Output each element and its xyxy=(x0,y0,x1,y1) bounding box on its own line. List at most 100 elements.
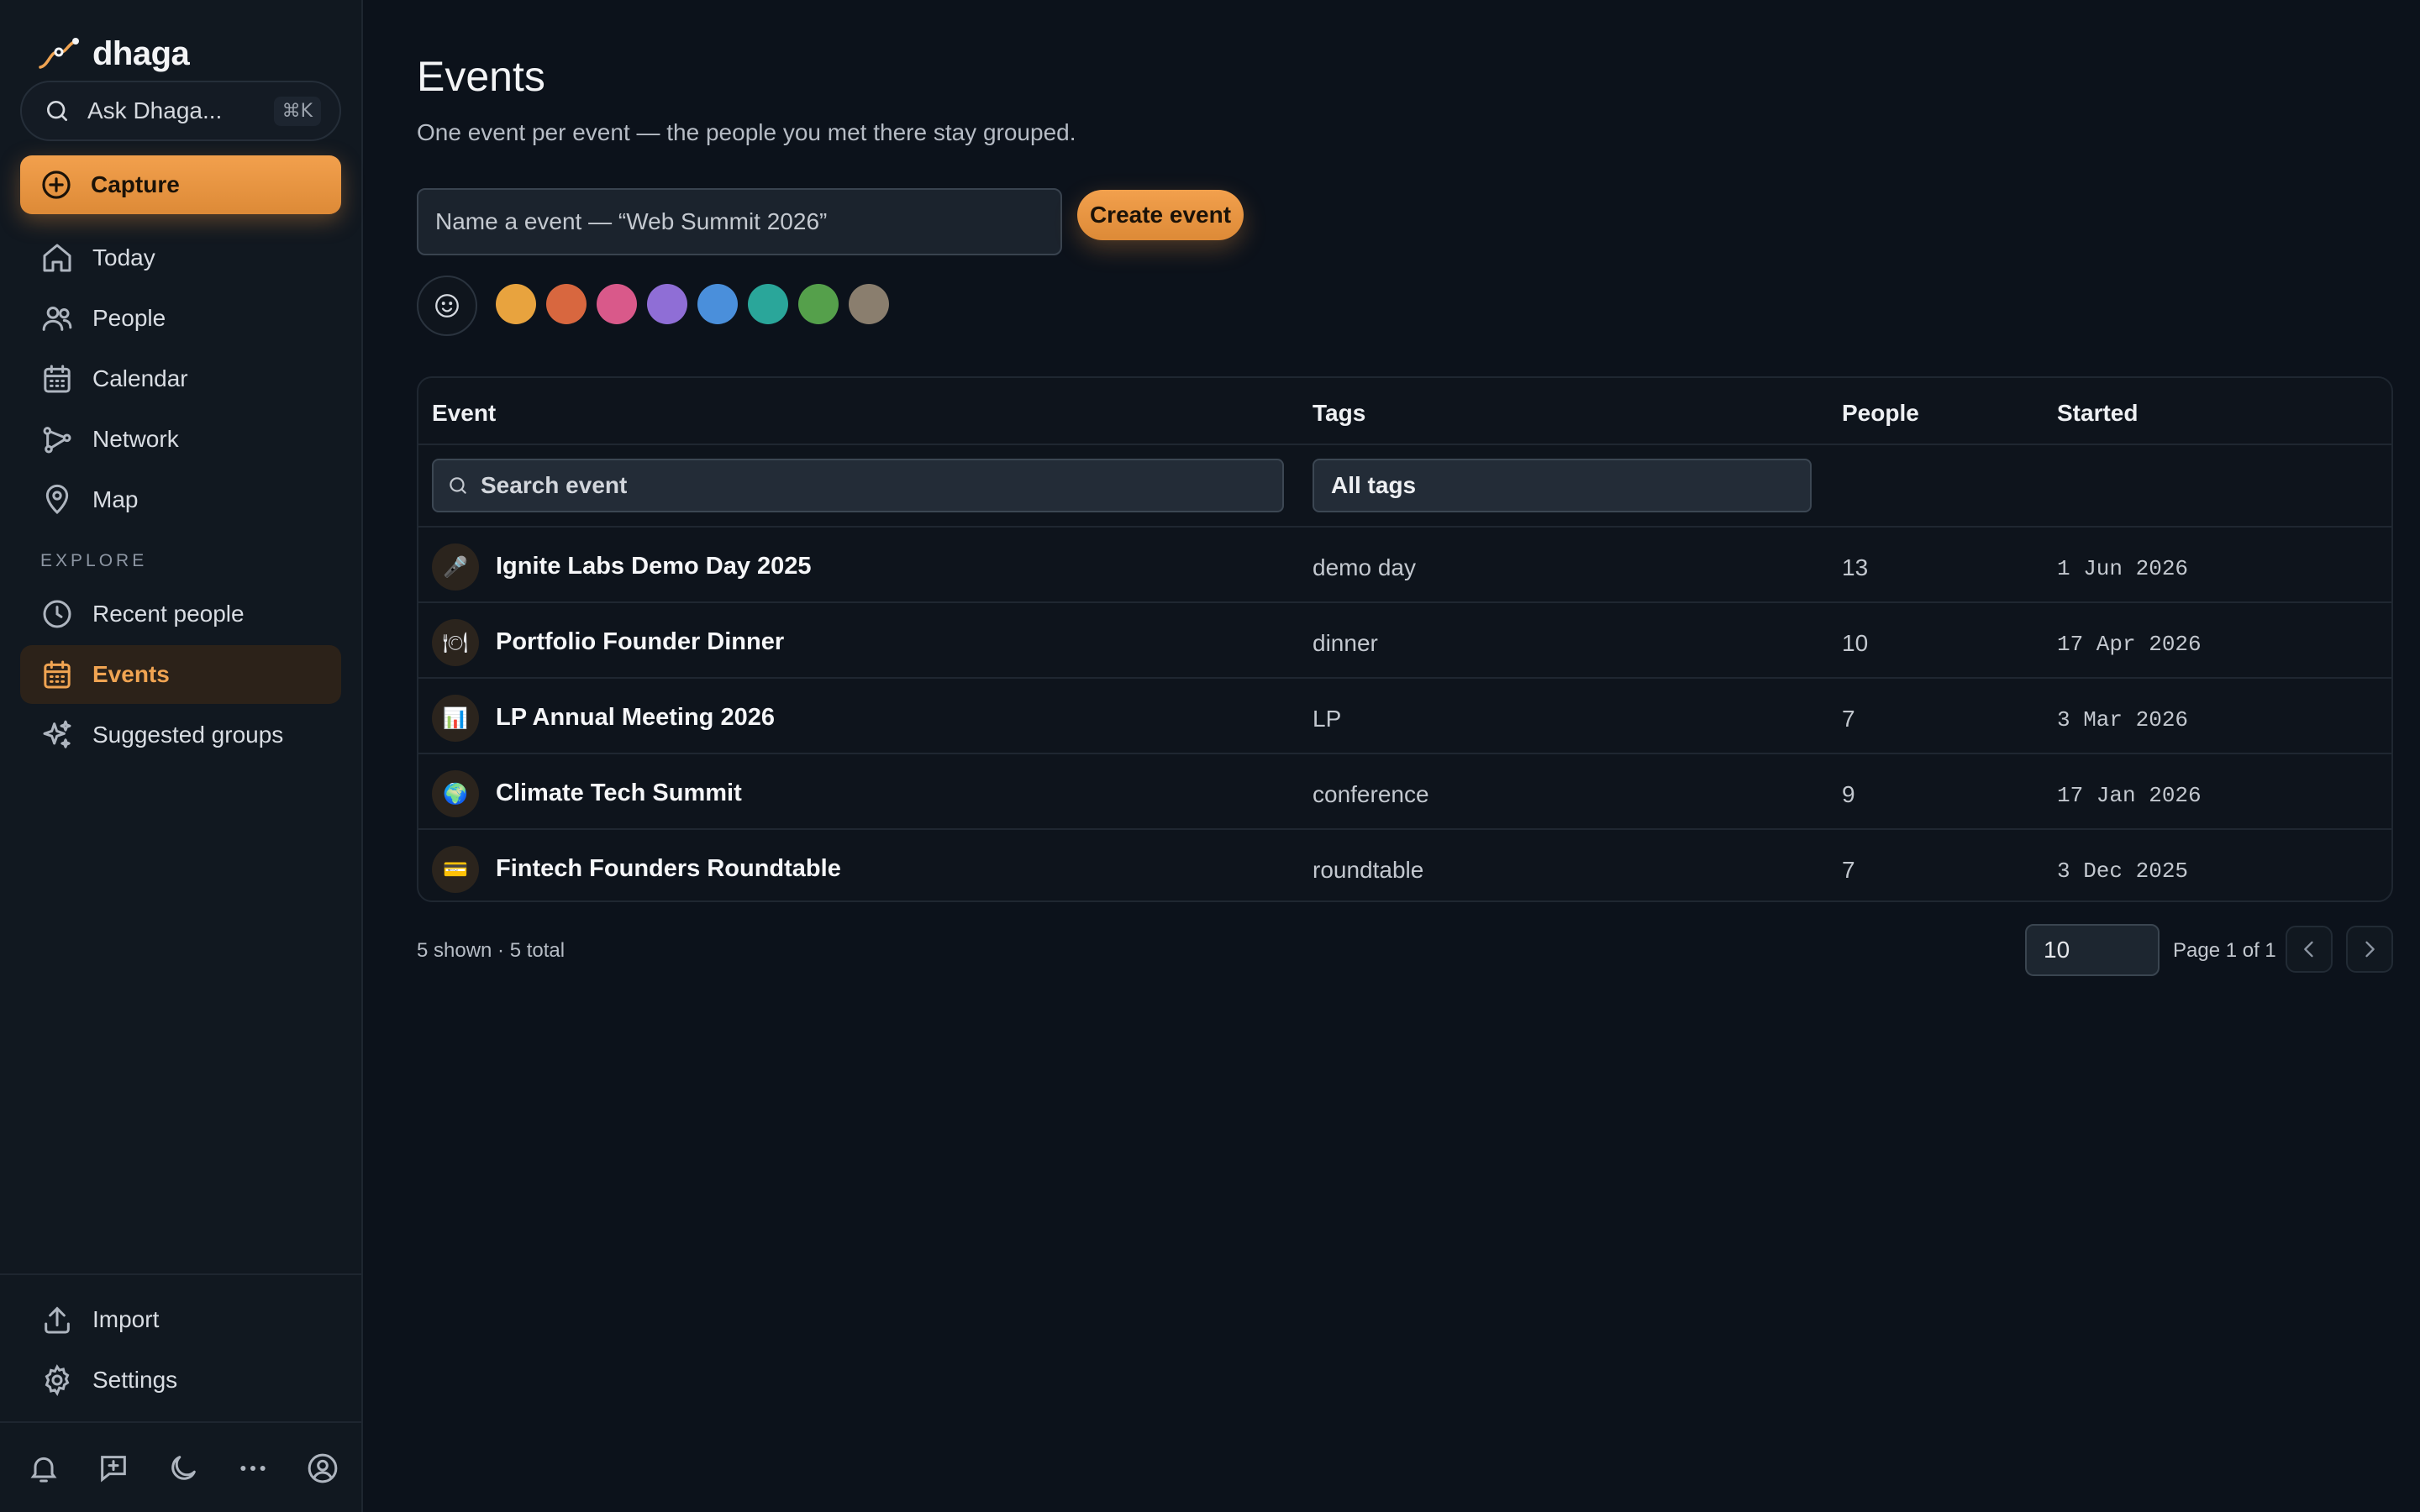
event-tag: LP xyxy=(1313,706,1342,732)
sidebar-item-calendar[interactable]: Calendar xyxy=(20,349,341,408)
sidebar-divider xyxy=(0,1421,363,1423)
sidebar-item-label: Import xyxy=(92,1306,160,1332)
events-table: Event Tags People Started All tags 🎤 Igni… xyxy=(417,376,2393,902)
ask-dhaga-label: Ask Dhaga... xyxy=(87,97,223,123)
event-people-count: 10 xyxy=(1842,630,1869,656)
event-start-date: 1 Jun 2026 xyxy=(2057,556,2189,581)
previous-page-button[interactable] xyxy=(2286,926,2333,973)
event-emoji-icon: 🍽 xyxy=(432,619,479,666)
event-start-date: 17 Jan 2026 xyxy=(2057,783,2202,808)
tags-filter-select[interactable]: All tags xyxy=(1313,459,1812,512)
event-tag: roundtable xyxy=(1313,857,1424,883)
account-button[interactable] xyxy=(302,1445,343,1492)
sidebar-divider xyxy=(0,1273,363,1275)
event-search-input[interactable] xyxy=(481,472,1237,499)
chevron-left-icon xyxy=(2304,941,2313,958)
calendar-icon xyxy=(44,365,71,393)
color-swatch[interactable] xyxy=(496,284,536,324)
column-header-started[interactable]: Started xyxy=(2057,400,2138,427)
table-row[interactable]: 🍽 Portfolio Founder Dinner dinner 10 17 Apr … xyxy=(418,603,2391,677)
notifications-button[interactable] xyxy=(24,1445,64,1492)
more-icon xyxy=(240,1466,266,1471)
smiley-icon xyxy=(435,294,459,318)
emoji-picker-button[interactable] xyxy=(417,276,477,336)
sidebar-item-settings[interactable]: Settings xyxy=(20,1351,341,1410)
event-emoji-icon: 🌍 xyxy=(432,770,479,817)
column-header-people[interactable]: People xyxy=(1842,400,1919,427)
next-page-button[interactable] xyxy=(2346,926,2393,973)
ask-dhaga-search[interactable]: Ask Dhaga... ⌘K xyxy=(20,81,341,141)
map-pin-icon xyxy=(45,484,69,515)
sidebar-footer-toolbar xyxy=(24,1445,343,1492)
event-name[interactable]: Climate Tech Summit xyxy=(496,780,742,807)
keyboard-shortcut-badge: ⌘K xyxy=(273,96,321,126)
dhaga-logo-icon xyxy=(39,38,79,69)
event-name[interactable]: Fintech Founders Roundtable xyxy=(496,855,841,883)
sidebar-item-label: Events xyxy=(92,661,170,687)
table-divider xyxy=(418,444,2391,445)
capture-button[interactable]: Capture xyxy=(20,155,341,214)
network-icon xyxy=(43,427,71,454)
event-name[interactable]: LP Annual Meeting 2026 xyxy=(496,704,775,732)
sidebar-item-recent-people[interactable]: Recent people xyxy=(20,585,341,643)
sidebar-item-people[interactable]: People xyxy=(20,289,341,348)
event-tag: conference xyxy=(1313,781,1429,807)
event-start-date: 3 Dec 2025 xyxy=(2057,858,2189,884)
color-swatch[interactable] xyxy=(849,284,889,324)
sidebar-item-network[interactable]: Network xyxy=(20,410,341,469)
color-swatch[interactable] xyxy=(647,284,687,324)
sidebar-item-suggested-groups[interactable]: Suggested groups xyxy=(20,706,341,764)
event-start-date: 3 Mar 2026 xyxy=(2057,707,2189,732)
event-tag: dinner xyxy=(1313,630,1378,656)
event-emoji-icon: 💳 xyxy=(432,846,479,893)
table-row[interactable]: 📊 LP Annual Meeting 2026 LP 7 3 Mar 2026 xyxy=(418,679,2391,753)
event-name-input[interactable] xyxy=(417,188,1062,255)
event-emoji-icon: 📊 xyxy=(432,695,479,742)
event-start-date: 17 Apr 2026 xyxy=(2057,632,2202,657)
event-search-field[interactable] xyxy=(432,459,1284,512)
event-tag: demo day xyxy=(1313,554,1416,580)
gear-icon xyxy=(45,1364,70,1397)
table-row[interactable]: 🌍 Climate Tech Summit conference 9 17 Jan 20… xyxy=(418,754,2391,828)
more-button[interactable] xyxy=(233,1445,273,1492)
color-swatch[interactable] xyxy=(798,284,839,324)
sidebar-item-label: Settings xyxy=(92,1367,178,1393)
sidebar: dhaga Ask Dhaga... ⌘K Capture Today Peop… xyxy=(0,0,363,1512)
sidebar-item-label: Calendar xyxy=(92,365,188,391)
new-message-button[interactable] xyxy=(93,1445,134,1492)
color-swatch[interactable] xyxy=(748,284,788,324)
create-event-button[interactable]: Create event xyxy=(1077,190,1244,240)
upload-icon xyxy=(45,1306,70,1334)
color-swatch[interactable] xyxy=(546,284,587,324)
color-swatch[interactable] xyxy=(697,284,738,324)
page-subtitle: One event per event — the people you met… xyxy=(417,119,1076,145)
moon-icon xyxy=(171,1456,196,1480)
sidebar-item-map[interactable]: Map xyxy=(20,470,341,529)
table-row[interactable]: 🎤 Ignite Labs Demo Day 2025 demo day 13 1 Ju… xyxy=(418,528,2391,601)
sidebar-item-events[interactable]: Events xyxy=(20,645,341,704)
app-name: dhaga xyxy=(92,34,190,72)
account-icon xyxy=(308,1453,338,1483)
sidebar-item-today[interactable]: Today xyxy=(20,228,341,287)
results-count: 5 shown · 5 total xyxy=(417,939,566,962)
clock-icon xyxy=(43,600,71,628)
sidebar-item-label: Network xyxy=(92,426,179,452)
event-people-count: 9 xyxy=(1842,781,1855,807)
chevron-right-icon xyxy=(2365,941,2375,958)
column-header-event[interactable]: Event xyxy=(432,400,496,427)
search-icon xyxy=(47,100,67,121)
page-size-input[interactable] xyxy=(2025,924,2160,976)
table-row[interactable]: 💳 Fintech Founders Roundtable roundtable 7 3… xyxy=(418,830,2391,900)
sidebar-item-import[interactable]: Import xyxy=(20,1290,341,1349)
theme-toggle-button[interactable] xyxy=(163,1445,203,1492)
color-swatch[interactable] xyxy=(597,284,637,324)
app-logo[interactable]: dhaga xyxy=(37,30,190,77)
sidebar-item-label: Today xyxy=(92,244,155,270)
event-name[interactable]: Portfolio Founder Dinner xyxy=(496,628,784,656)
search-icon xyxy=(450,477,466,494)
column-header-tags[interactable]: Tags xyxy=(1313,400,1365,427)
sidebar-item-label: Suggested groups xyxy=(92,722,284,748)
bell-icon xyxy=(30,1457,57,1483)
capture-label: Capture xyxy=(91,171,180,197)
event-name[interactable]: Ignite Labs Demo Day 2025 xyxy=(496,553,812,580)
